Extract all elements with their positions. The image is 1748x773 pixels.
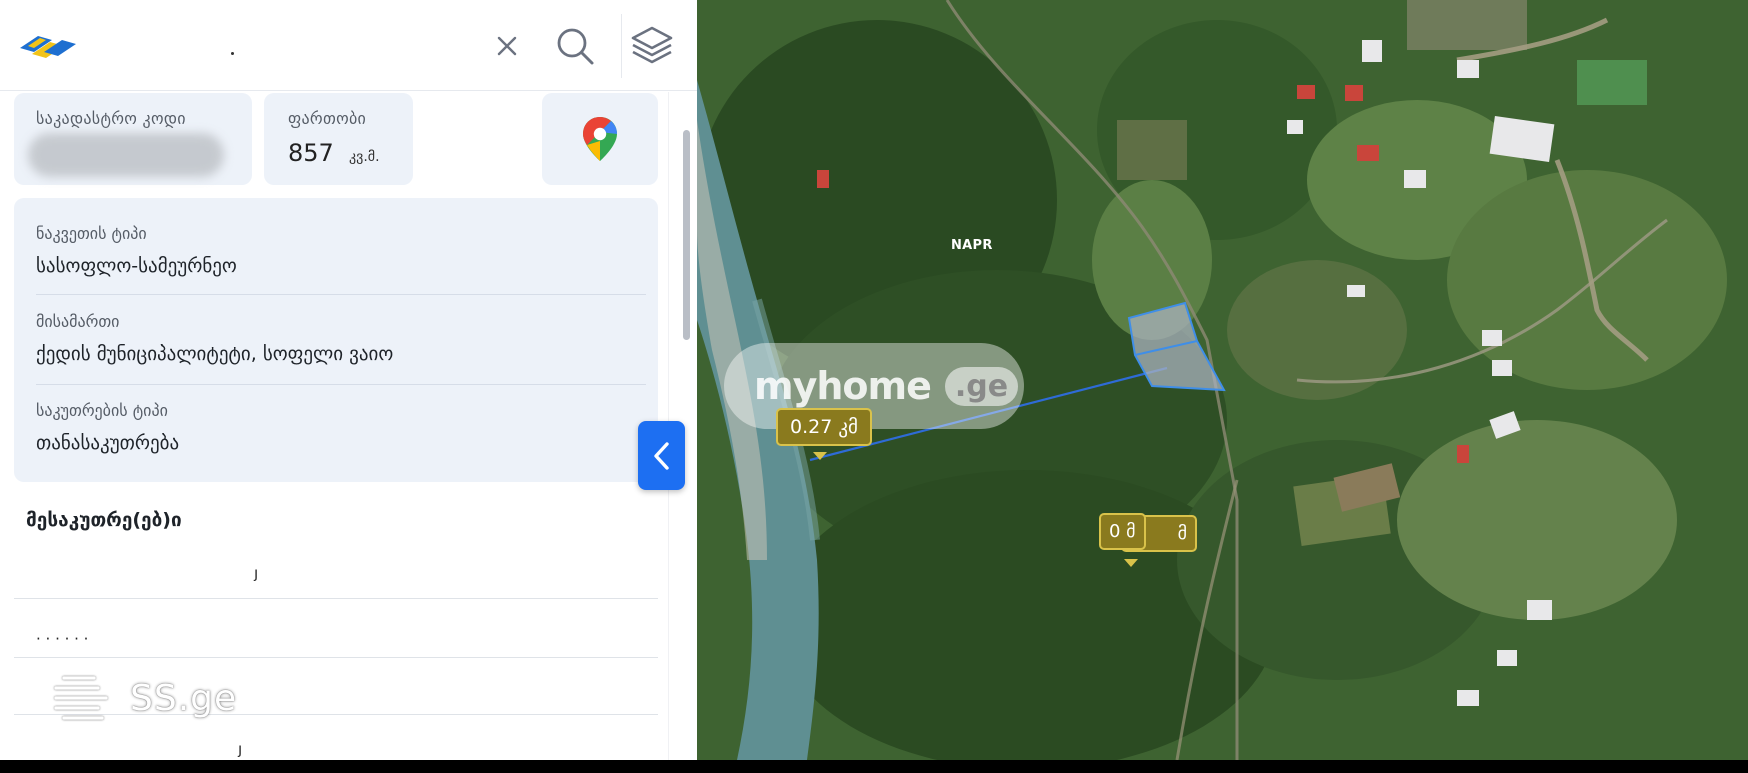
address-row: მისამართი ქედის მუნიციპალიტეტი, სოფელი ვ… bbox=[36, 312, 646, 365]
list-divider bbox=[14, 598, 658, 599]
layers-button[interactable] bbox=[621, 14, 681, 78]
area-label: ფართობი bbox=[288, 109, 367, 128]
ssge-watermark-text: SS.ge bbox=[130, 677, 238, 719]
open-google-maps-button[interactable] bbox=[542, 93, 658, 185]
distance-tag-pointer bbox=[813, 452, 827, 460]
ownership-type-label: საკუთრების ტიპი bbox=[36, 401, 168, 420]
clear-button[interactable] bbox=[483, 22, 531, 70]
parcel-type-row: ნაკვეთის ტიპი სასოფლო-სამეურნეო bbox=[36, 224, 646, 277]
close-icon bbox=[497, 36, 517, 56]
google-maps-pin-icon bbox=[583, 117, 617, 161]
cadastral-code-label: საკადასტრო კოდი bbox=[36, 109, 186, 128]
scrollbar-thumb[interactable] bbox=[683, 130, 690, 340]
collapse-panel-button[interactable] bbox=[638, 421, 685, 490]
parcel-details-card: ნაკვეთის ტიპი სასოფლო-სამეურნეო მისამართ… bbox=[14, 198, 658, 482]
chevron-left-icon bbox=[653, 441, 669, 470]
myhome-watermark-tld: .ge bbox=[944, 366, 1019, 406]
ownership-type-row: საკუთრების ტიპი თანასაკუთრება bbox=[36, 401, 646, 454]
myhome-watermark: myhome .ge bbox=[724, 343, 1024, 429]
ssge-watermark: SS.ge bbox=[50, 670, 237, 726]
search-icon bbox=[557, 28, 594, 65]
parcel-type-label: ნაკვეთის ტიპი bbox=[36, 224, 147, 243]
area-value: 857 bbox=[288, 139, 334, 167]
input-caret bbox=[231, 52, 234, 55]
myhome-watermark-text: myhome bbox=[754, 364, 932, 408]
sidebar-panel: საკადასტრო კოდი ფართობი 857 კვ.მ. ნაკვეთ… bbox=[0, 0, 697, 760]
layers-icon bbox=[631, 26, 672, 64]
napr-logo bbox=[20, 36, 76, 58]
napr-map-label: NAPR bbox=[951, 238, 993, 253]
address-value: ქედის მუნიციპალიტეტი, სოფელი ვაიო bbox=[36, 343, 394, 365]
search-bar bbox=[0, 0, 697, 91]
cadastral-code-redacted bbox=[28, 133, 224, 177]
satellite-map[interactable]: NAPR myhome .ge 0.27 კმ მ 0 მ bbox=[697, 0, 1748, 760]
owner-row-fragment: ȷ bbox=[254, 564, 259, 582]
screen-bottom-edge bbox=[0, 760, 1748, 773]
divider bbox=[36, 384, 646, 385]
owner-row-fragment: · · · · · · bbox=[36, 630, 89, 648]
owners-title: მესაკუთრე(ებ)ი bbox=[26, 509, 182, 531]
distance-tag: 0.27 კმ bbox=[776, 408, 872, 446]
parcel-type-value: სასოფლო-სამეურნეო bbox=[36, 255, 237, 277]
ownership-type-value: თანასაკუთრება bbox=[36, 432, 180, 454]
area-unit: კვ.მ. bbox=[349, 149, 380, 165]
cadastral-code-card: საკადასტრო კოდი bbox=[14, 93, 252, 185]
ssge-menu-icon bbox=[54, 676, 108, 720]
area-card: ფართობი 857 კვ.მ. bbox=[264, 93, 413, 185]
divider bbox=[36, 294, 646, 295]
list-divider bbox=[14, 657, 658, 658]
marker-tag-pointer bbox=[1124, 559, 1138, 567]
search-button[interactable] bbox=[551, 22, 599, 70]
address-label: მისამართი bbox=[36, 312, 120, 331]
owner-row-fragment: ȷ bbox=[238, 740, 243, 758]
marker-tag-front: 0 მ bbox=[1099, 513, 1146, 550]
